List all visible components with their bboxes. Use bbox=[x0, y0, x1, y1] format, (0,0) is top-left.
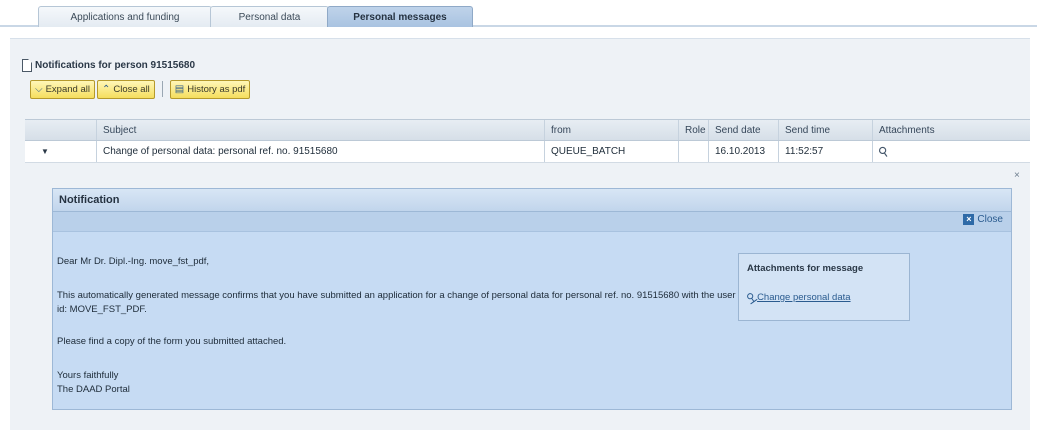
paperclip-icon: ⚲ bbox=[744, 290, 759, 306]
column-header-expand bbox=[25, 120, 97, 140]
row-send-date: 16.10.2013 bbox=[709, 141, 779, 162]
close-button-label: Close bbox=[977, 214, 1003, 225]
message-body: This automatically generated message con… bbox=[57, 290, 736, 315]
tab-label: Applications and funding bbox=[70, 11, 180, 23]
message-greeting: Dear Mr Dr. Dipl.-Ing. move_fst_pdf, bbox=[57, 256, 210, 267]
notification-title: Notification bbox=[59, 194, 120, 206]
message-copy-note: Please find a copy of the form you submi… bbox=[57, 336, 287, 347]
messages-table: Subject from Role Send date Send time At… bbox=[25, 119, 1030, 163]
close-all-label: Close all bbox=[113, 83, 150, 95]
tab-strip: Applications and funding Personal data P… bbox=[0, 0, 1037, 27]
toolbar-separator bbox=[161, 81, 163, 97]
pdf-icon: ▤ bbox=[174, 83, 185, 95]
tab-label: Personal messages bbox=[353, 11, 447, 23]
table-header: Subject from Role Send date Send time At… bbox=[25, 119, 1030, 141]
attachments-title: Attachments for message bbox=[747, 263, 864, 274]
expand-all-label: Expand all bbox=[45, 83, 90, 95]
tab-applications-and-funding[interactable]: Applications and funding bbox=[38, 6, 212, 27]
message-closing: Yours faithfully The DAAD Portal bbox=[57, 369, 737, 397]
triangle-down-icon: ▼ bbox=[41, 147, 49, 156]
expand-all-button[interactable]: ⌵ Expand all bbox=[30, 79, 95, 99]
closing-signature: The DAAD Portal bbox=[57, 384, 130, 395]
tab-personal-messages[interactable]: Personal messages bbox=[327, 6, 473, 27]
toolbar: ⌵ Expand all ⌃ Close all ▤ History as pd… bbox=[30, 79, 251, 99]
paperclip-icon[interactable]: ⚲ bbox=[875, 142, 892, 161]
document-icon bbox=[22, 58, 32, 72]
attachment-link-label: Change personal data bbox=[757, 292, 851, 303]
table-row[interactable]: ▼ Change of personal data: personal ref.… bbox=[25, 141, 1030, 163]
attachments-box: Attachments for message ⚲ Change persona… bbox=[738, 253, 910, 321]
column-header-subject[interactable]: Subject bbox=[97, 120, 545, 140]
column-header-from[interactable]: from bbox=[545, 120, 679, 140]
notification-panel: Notification × Close Dear Mr Dr. Dipl.-I… bbox=[52, 188, 1012, 410]
column-header-send-time[interactable]: Send time bbox=[779, 120, 873, 140]
column-header-attachments[interactable]: Attachments bbox=[873, 120, 985, 140]
notification-header: Notification bbox=[53, 189, 1011, 212]
column-header-send-date[interactable]: Send date bbox=[709, 120, 779, 140]
closing-line: Yours faithfully bbox=[57, 370, 119, 381]
collapse-icon: ⌃ bbox=[101, 83, 111, 95]
history-as-pdf-label: History as pdf bbox=[187, 83, 246, 95]
expand-icon: ⌵ bbox=[35, 83, 43, 95]
close-icon[interactable]: × bbox=[1014, 170, 1020, 181]
tab-label: Personal data bbox=[238, 11, 301, 23]
tab-personal-data[interactable]: Personal data bbox=[210, 6, 329, 27]
column-header-role[interactable]: Role bbox=[679, 120, 709, 140]
page-title: Notifications for person 91515680 bbox=[22, 57, 195, 73]
attachment-link[interactable]: ⚲ Change personal data bbox=[744, 290, 851, 306]
close-icon: × bbox=[963, 214, 975, 225]
history-as-pdf-button[interactable]: ▤ History as pdf bbox=[169, 79, 251, 99]
row-from: QUEUE_BATCH bbox=[545, 141, 679, 162]
notification-toolbar: × Close bbox=[53, 212, 1011, 232]
row-subject: Change of personal data: personal ref. n… bbox=[97, 141, 545, 162]
close-all-button[interactable]: ⌃ Close all bbox=[96, 79, 155, 99]
close-button[interactable]: × Close bbox=[963, 214, 1003, 225]
row-attachments[interactable]: ⚲ bbox=[873, 141, 985, 162]
row-send-time: 11:52:57 bbox=[779, 141, 873, 162]
row-role bbox=[679, 141, 709, 162]
row-expand-toggle[interactable]: ▼ bbox=[25, 141, 97, 162]
page-title-text: Notifications for person 91515680 bbox=[35, 59, 196, 71]
